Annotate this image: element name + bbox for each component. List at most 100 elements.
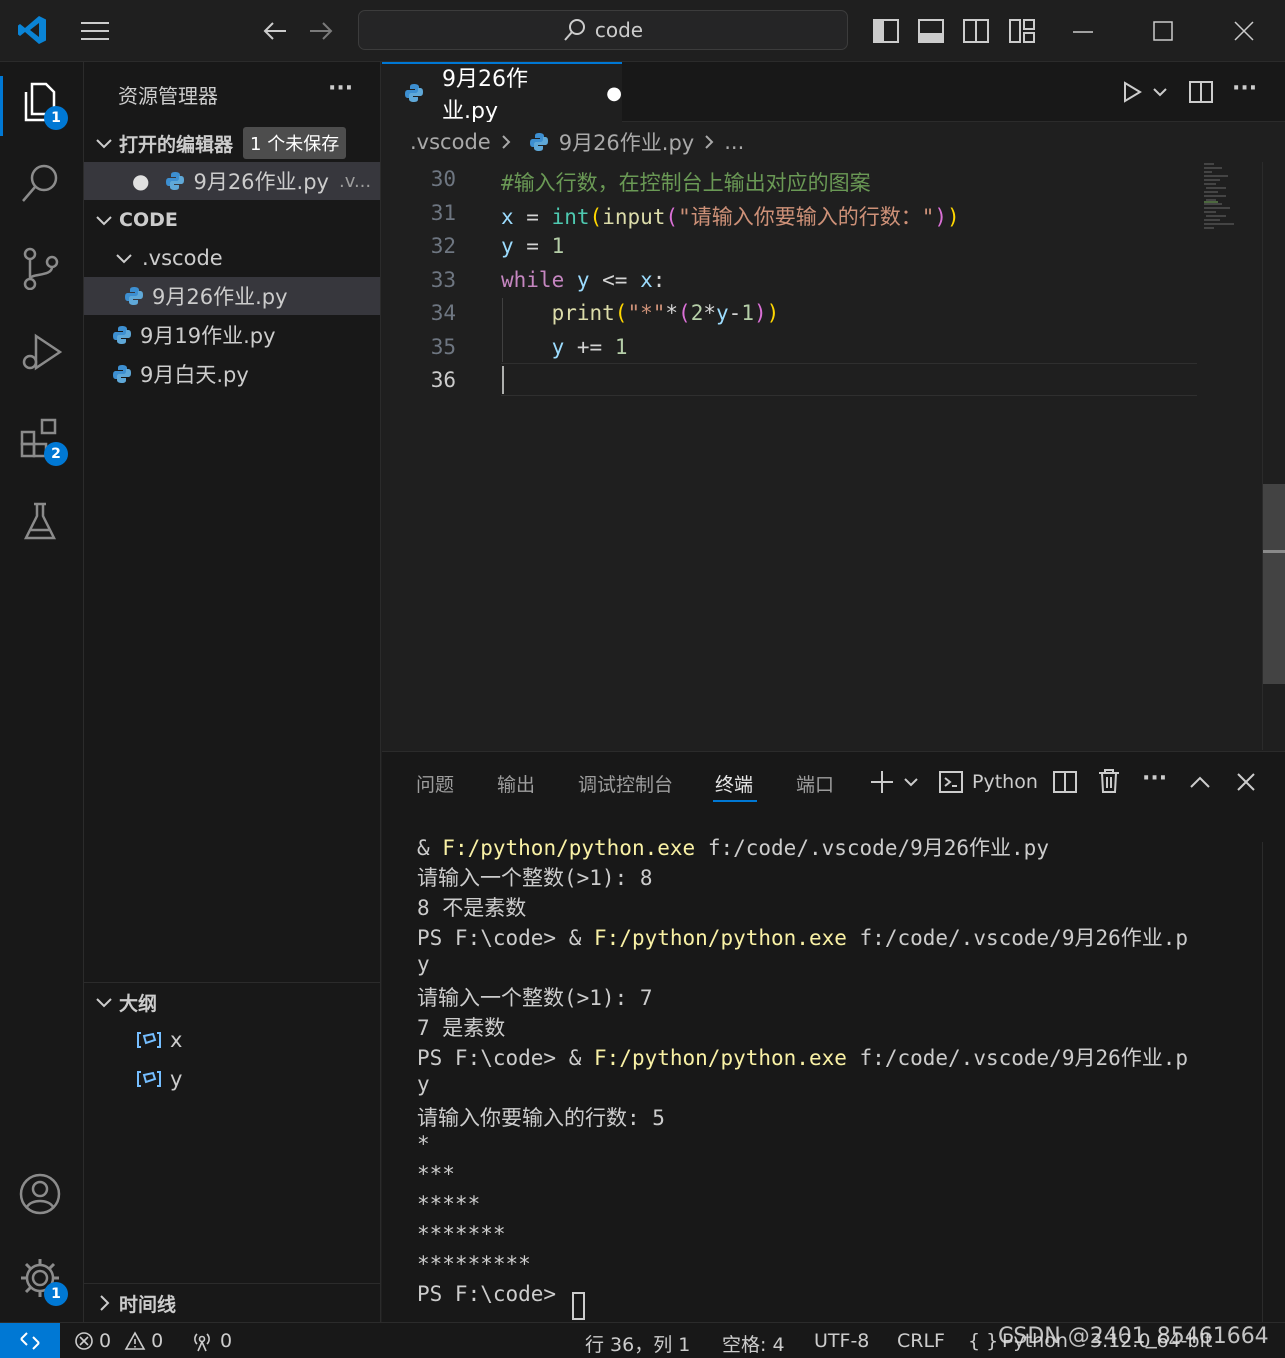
terminal-line: ***** xyxy=(417,1192,481,1216)
file-name: 9月26作业.py xyxy=(152,285,288,309)
open-editor-item[interactable]: ● 9月26作业.py .v... xyxy=(84,162,380,200)
file-item[interactable]: 9月白天.py xyxy=(84,355,380,393)
terminal-scrollbar[interactable] xyxy=(1262,842,1284,1322)
maximize-panel-icon[interactable] xyxy=(1188,771,1212,793)
encoding[interactable]: UTF-8 xyxy=(814,1330,869,1352)
command-center-search[interactable]: code xyxy=(358,10,848,50)
outline-item-label: y xyxy=(170,1067,183,1091)
toggle-secondary-sidebar-icon[interactable] xyxy=(962,17,990,45)
tab-output[interactable]: 输出 xyxy=(497,770,535,797)
split-terminal-icon[interactable] xyxy=(1052,769,1078,795)
tab-terminal[interactable]: 终端 xyxy=(715,770,753,797)
line-ending[interactable]: CRLF xyxy=(897,1330,945,1352)
minimize-icon[interactable] xyxy=(1072,22,1094,42)
close-window-icon[interactable] xyxy=(1233,20,1255,42)
testing-button[interactable] xyxy=(18,500,66,548)
terminal-selector[interactable]: Python xyxy=(938,769,1038,795)
tab-problems[interactable]: 问题 xyxy=(416,770,454,797)
remote-indicator[interactable] xyxy=(0,1323,60,1358)
chevron-down-icon[interactable] xyxy=(902,773,920,791)
code-line[interactable]: #输入行数，在控制台上输出对应的图案 xyxy=(501,167,871,197)
line-number: 32 xyxy=(430,234,456,258)
breadcrumb-file[interactable]: 9月26作业.py xyxy=(559,127,695,157)
problems-indicator[interactable]: 0 0 xyxy=(74,1330,163,1352)
code-editor[interactable]: 30 31 32 33 34 35 36 #输入行数，在控制台上输出对应的图案 x = int… xyxy=(382,162,1285,750)
more-actions-icon[interactable]: ··· xyxy=(1232,76,1257,101)
source-control-button[interactable] xyxy=(18,246,66,294)
more-actions-icon[interactable]: ··· xyxy=(1142,766,1167,791)
code-line[interactable]: y = 1 xyxy=(501,234,564,258)
sidebar-title: 资源管理器 xyxy=(118,84,218,108)
chevron-right-icon xyxy=(499,132,513,152)
terminal-line: ******* xyxy=(417,1222,506,1246)
python-file-icon xyxy=(124,286,144,306)
code-line[interactable]: while y <= x: xyxy=(501,268,665,292)
toggle-panel-icon[interactable] xyxy=(917,17,945,45)
dirty-dot-icon: ● xyxy=(132,169,150,193)
braces-icon[interactable]: { } xyxy=(968,1330,998,1352)
python-file-icon xyxy=(112,325,132,345)
terminal-output[interactable]: & F:/python/python.exe f:/code/.vscode/9… xyxy=(382,832,1252,1322)
accounts-button[interactable] xyxy=(18,1172,66,1220)
tab-active-file[interactable]: 9月26作业.py ● xyxy=(382,62,622,124)
breadcrumb-folder[interactable]: .vscode xyxy=(410,130,491,154)
search-button[interactable] xyxy=(18,162,66,210)
close-panel-icon[interactable] xyxy=(1235,771,1257,793)
file-item[interactable]: 9月19作业.py xyxy=(84,316,380,354)
terminal-line: 7 是素数 xyxy=(417,1016,506,1040)
tab-debug-console[interactable]: 调试控制台 xyxy=(578,770,673,797)
warning-count: 0 xyxy=(151,1330,164,1352)
ports-indicator[interactable]: 0 xyxy=(190,1330,232,1352)
status-bar: 0 0 0 行 36，列 1 空格: 4 UTF-8 CRLF { } Pyth… xyxy=(0,1322,1285,1358)
active-indicator xyxy=(0,76,3,136)
code-line[interactable]: y += 1 xyxy=(501,335,628,359)
active-tab-underline xyxy=(713,800,757,802)
subfolder-item[interactable]: .vscode xyxy=(84,239,380,277)
menu-icon[interactable] xyxy=(80,18,110,44)
python-file-icon xyxy=(165,171,185,191)
cursor-position[interactable]: 行 36，列 1 xyxy=(585,1330,690,1357)
customize-layout-icon[interactable] xyxy=(1008,17,1036,45)
breadcrumb-more[interactable]: ... xyxy=(724,130,744,154)
ports-count: 0 xyxy=(220,1330,233,1352)
scrollbar-thumb[interactable] xyxy=(1263,484,1285,684)
file-item-selected[interactable]: 9月26作业.py xyxy=(84,277,380,315)
new-terminal-icon[interactable] xyxy=(870,770,894,794)
terminal-line: PS F:\code> xyxy=(417,1282,569,1306)
run-python-icon[interactable] xyxy=(1120,80,1144,104)
code-line[interactable]: print("*"*(2*y-1)) xyxy=(501,301,780,325)
tab-dirty-indicator[interactable]: ● xyxy=(606,83,622,104)
outline-item[interactable]: y xyxy=(84,1060,380,1098)
run-debug-button[interactable] xyxy=(18,330,66,378)
explorer-badge: 1 xyxy=(44,106,68,130)
extensions-button[interactable]: 2 xyxy=(18,416,68,466)
outline-header[interactable]: 大纲 xyxy=(84,983,380,1021)
timeline-header[interactable]: 时间线 xyxy=(84,1284,380,1322)
folder-header[interactable]: CODE xyxy=(84,201,380,239)
code-line[interactable]: x = int(input("请输入你要输入的行数：")) xyxy=(501,201,960,231)
chevron-right-icon xyxy=(92,1291,116,1315)
tab-ports[interactable]: 端口 xyxy=(796,770,834,797)
explorer-button[interactable]: 1 xyxy=(18,80,68,130)
toggle-primary-sidebar-icon[interactable] xyxy=(872,17,900,45)
minimap[interactable] xyxy=(1202,162,1264,232)
broadcast-icon xyxy=(190,1330,214,1352)
open-editors-header[interactable]: 打开的编辑器 1 个未保存 xyxy=(84,124,380,162)
terminal-line: y xyxy=(417,952,430,976)
sidebar-more-button[interactable]: ··· xyxy=(328,76,353,101)
forward-arrow-icon[interactable] xyxy=(308,19,334,43)
chevron-down-icon[interactable] xyxy=(1150,82,1170,102)
indentation[interactable]: 空格: 4 xyxy=(722,1330,785,1357)
terminal-cursor xyxy=(572,1292,585,1320)
outline-item[interactable]: x xyxy=(84,1021,380,1059)
split-editor-icon[interactable] xyxy=(1188,79,1214,105)
editor-scrollbar[interactable] xyxy=(1262,162,1285,750)
terminal-line: y xyxy=(417,1072,430,1096)
terminal-icon xyxy=(938,769,964,795)
unsaved-count-badge: 1 个未保存 xyxy=(243,127,347,159)
maximize-icon[interactable] xyxy=(1152,20,1174,42)
trash-icon[interactable] xyxy=(1097,768,1121,794)
subfolder-label: .vscode xyxy=(142,246,223,270)
manage-button[interactable]: 1 xyxy=(18,1256,68,1306)
back-arrow-icon[interactable] xyxy=(262,19,288,43)
